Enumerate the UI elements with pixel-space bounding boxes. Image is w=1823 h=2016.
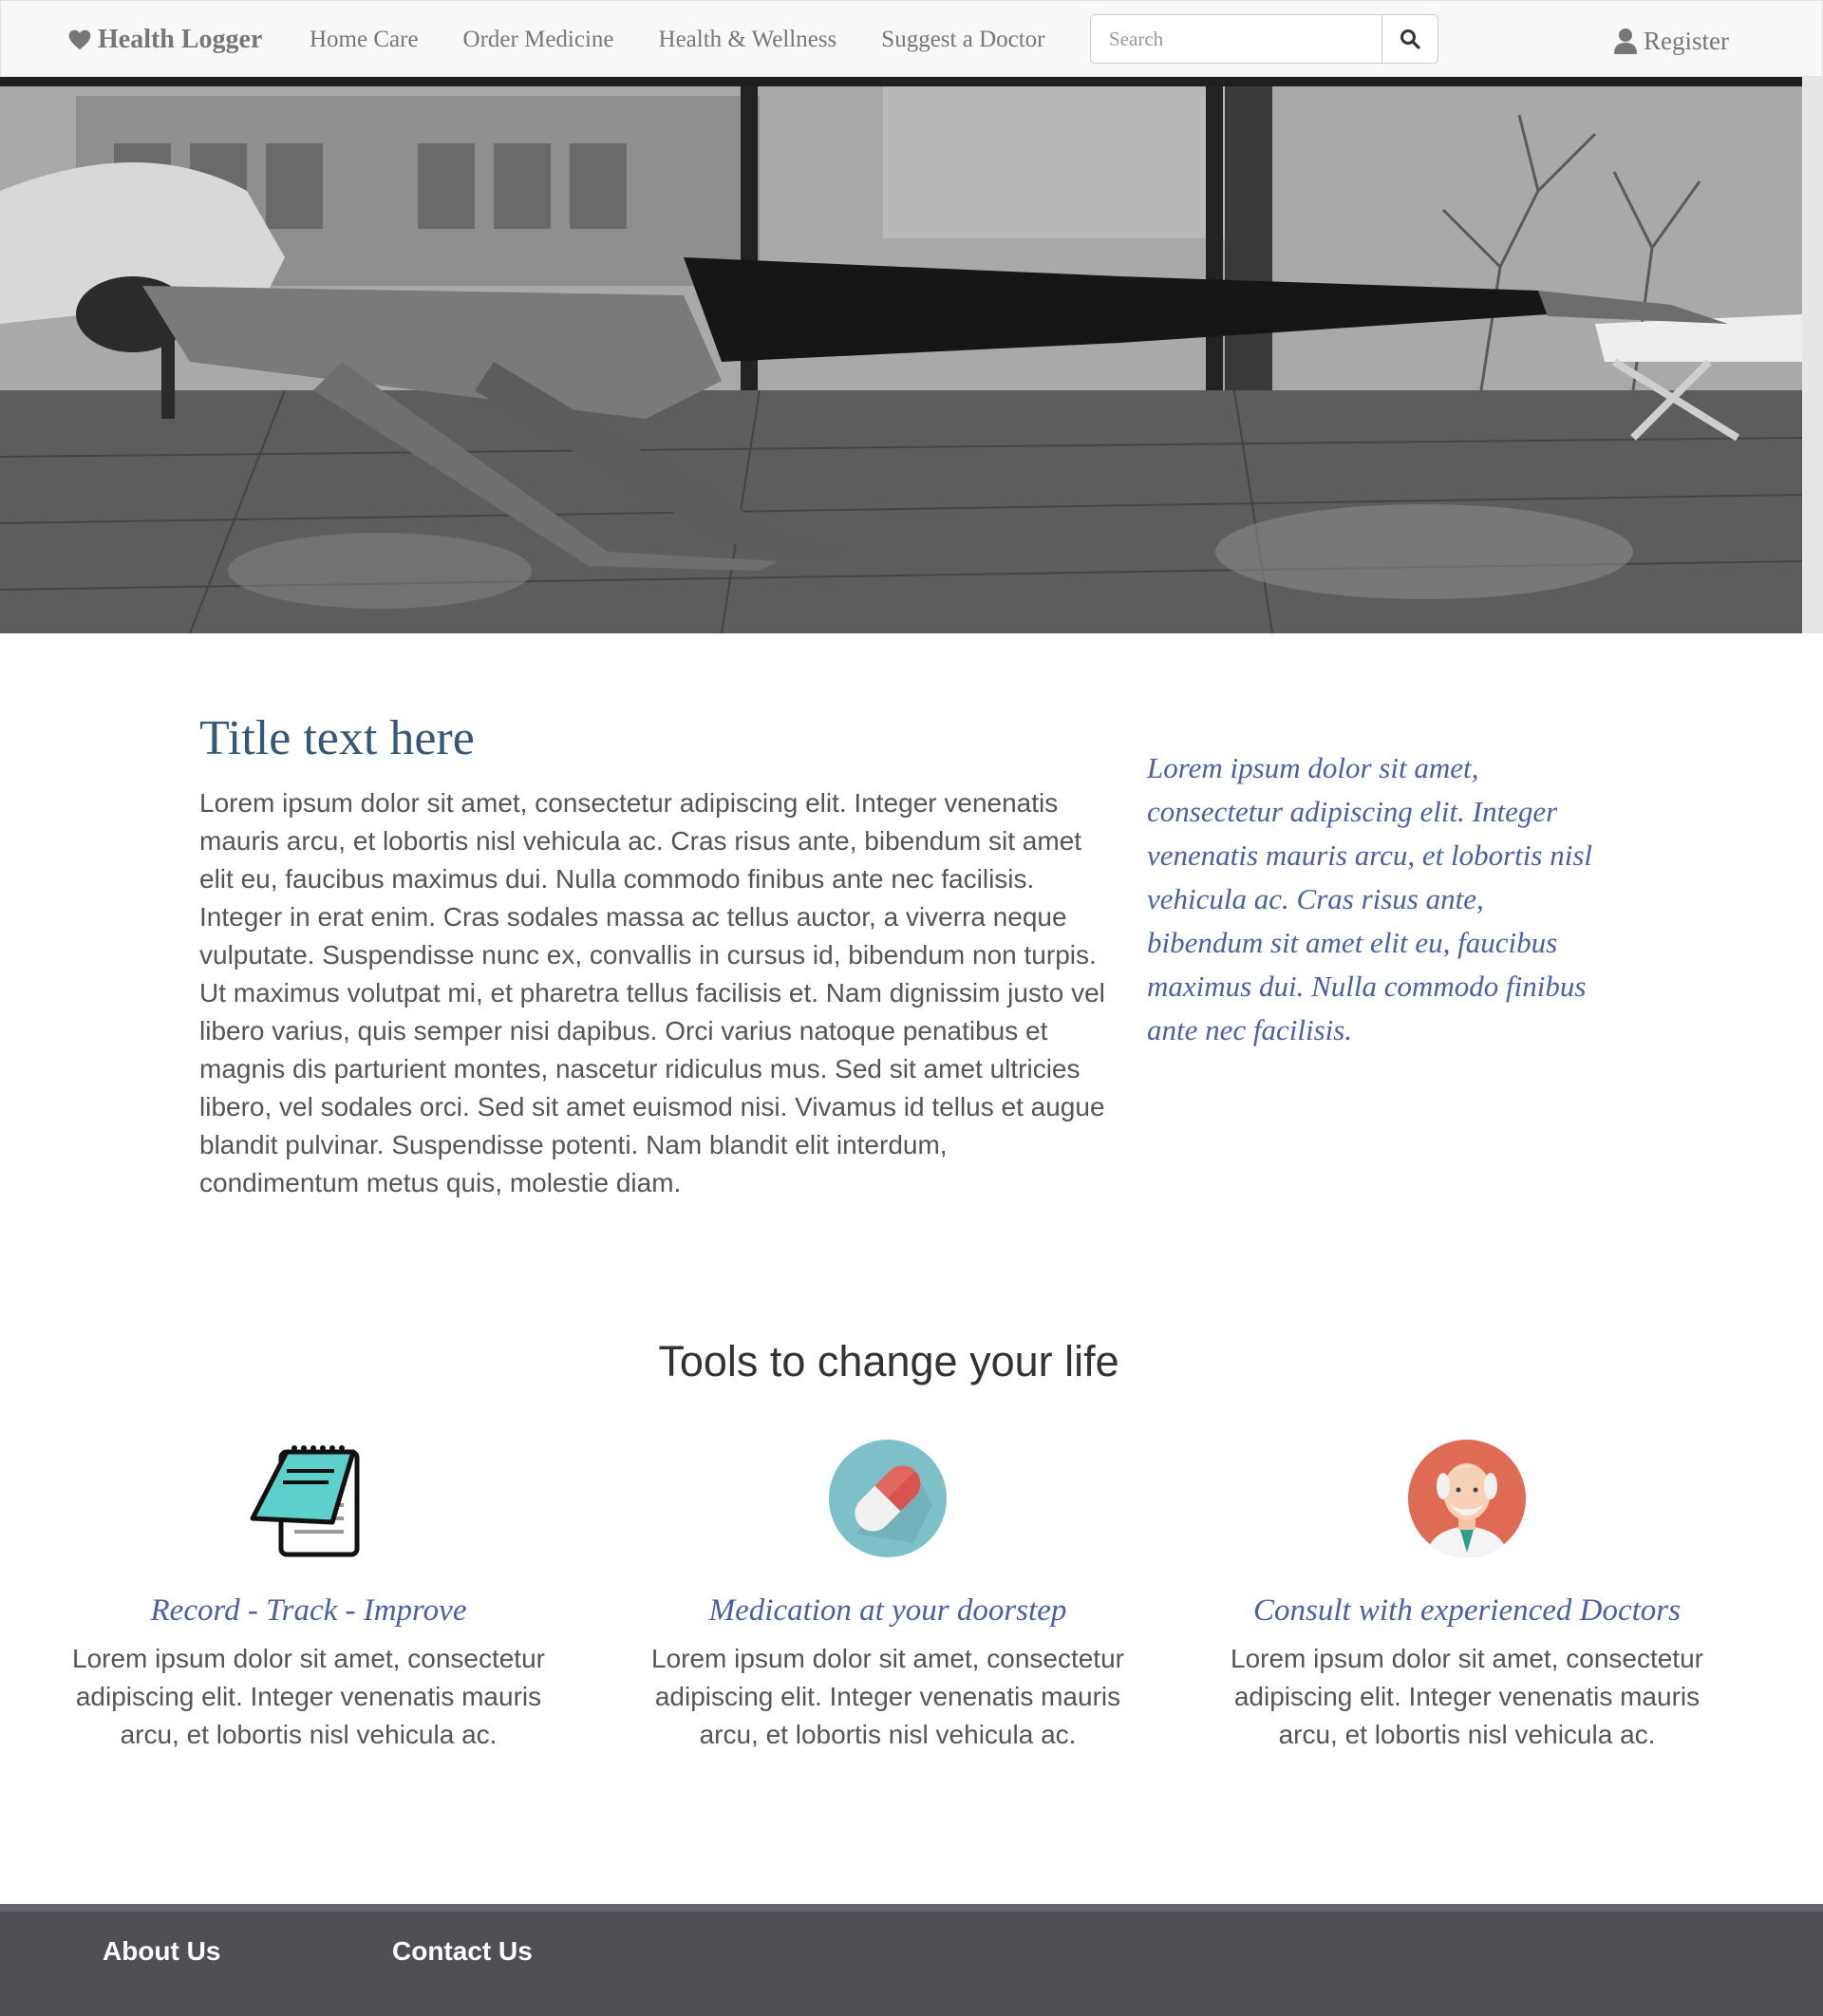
tool-card-record: Record - Track - Improve Lorem ipsum dol…	[19, 1439, 598, 1754]
notepad-icon	[250, 1445, 360, 1557]
footer: About Us Contact Us	[0, 1912, 1823, 2016]
tools-heading: Tools to change your life	[658, 1337, 1119, 1385]
tool-title: Record - Track - Improve	[150, 1593, 467, 1628]
nav-link-health-wellness[interactable]: Health & Wellness	[659, 27, 837, 53]
nav-link-home-care[interactable]: Home Care	[310, 27, 419, 53]
hero-edge	[1802, 77, 1823, 633]
register-label: Register	[1644, 26, 1729, 55]
footer-link-contact[interactable]: Contact Us	[392, 1936, 533, 1967]
register-link[interactable]: Register	[1613, 22, 1729, 60]
search-icon	[1400, 29, 1420, 49]
doctor-icon	[1408, 1440, 1526, 1557]
heart-icon	[68, 29, 91, 50]
hero-image	[0, 77, 1802, 633]
nav-links: Home Care Order Medicine Health & Wellne…	[310, 1, 1090, 78]
top-navbar: Health Logger Home Care Order Medicine H…	[0, 0, 1823, 77]
tool-card-doctors: Consult with experienced Doctors Lorem i…	[1177, 1439, 1757, 1754]
page-title: Title text here	[199, 711, 475, 765]
tool-description: Lorem ipsum dolor sit amet, consectetur …	[651, 1644, 1124, 1749]
intro-body-text: Lorem ipsum dolor sit amet, consectetur …	[199, 788, 1105, 1197]
tool-description: Lorem ipsum dolor sit amet, consectetur …	[1231, 1644, 1703, 1749]
tool-description: Lorem ipsum dolor sit amet, consectetur …	[72, 1644, 545, 1749]
tool-title: Medication at your doorstep	[708, 1593, 1067, 1628]
search-form	[1090, 14, 1438, 64]
tool-card-medication: Medication at your doorstep Lorem ipsum …	[598, 1439, 1177, 1754]
footer-divider	[0, 1904, 1823, 1912]
pill-icon	[829, 1440, 947, 1557]
hero-photo	[0, 77, 1802, 633]
nav-link-suggest-doctor[interactable]: Suggest a Doctor	[881, 27, 1044, 53]
intro-quote: Lorem ipsum dolor sit amet, consectetur …	[1147, 751, 1592, 1046]
search-input[interactable]	[1090, 14, 1381, 64]
brand-name: Health Logger	[98, 25, 263, 54]
search-button[interactable]	[1381, 14, 1438, 64]
footer-link-about[interactable]: About Us	[103, 1936, 220, 1967]
user-icon	[1614, 28, 1637, 54]
nav-link-order-medicine[interactable]: Order Medicine	[463, 27, 614, 53]
brand-link[interactable]: Health Logger	[67, 20, 262, 60]
tool-title: Consult with experienced Doctors	[1252, 1593, 1681, 1628]
